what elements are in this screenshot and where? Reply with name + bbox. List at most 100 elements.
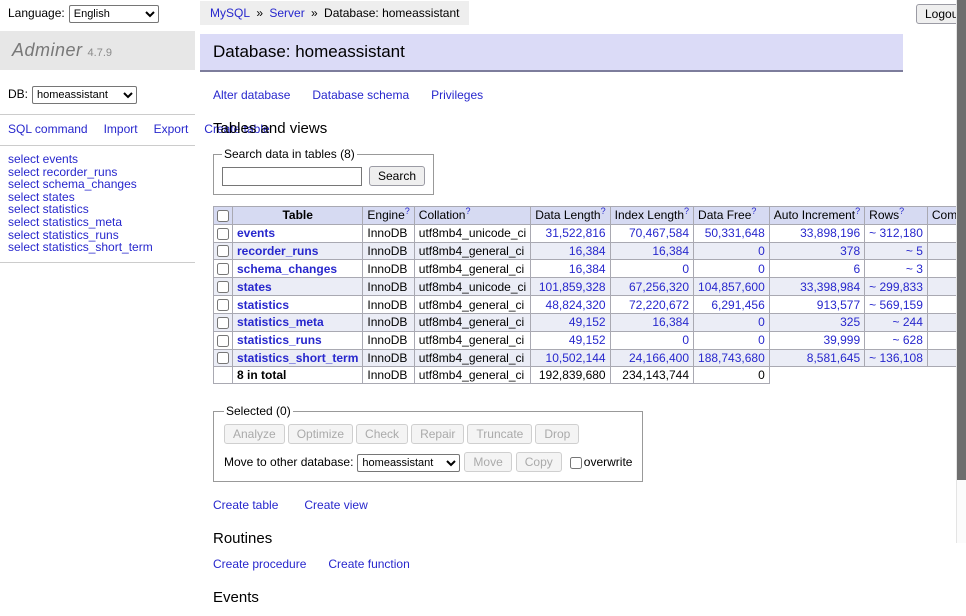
table-link-recorder_runs[interactable]: recorder_runs xyxy=(237,244,318,258)
data-free-value[interactable]: 0 xyxy=(758,244,765,258)
row-checkbox-statistics_runs[interactable] xyxy=(217,335,229,347)
breadcrumb-link-mysql[interactable]: MySQL xyxy=(210,6,250,20)
analyze-button[interactable]: Analyze xyxy=(224,424,285,444)
auto-increment-value[interactable]: 378 xyxy=(840,244,860,258)
repair-button[interactable]: Repair xyxy=(411,424,464,444)
search-button[interactable]: Search xyxy=(369,166,425,186)
link-create-table[interactable]: Create table xyxy=(213,498,278,512)
drop-button[interactable]: Drop xyxy=(535,424,579,444)
select-all-checkbox[interactable] xyxy=(217,210,229,222)
move-db-select[interactable]: homeassistant xyxy=(357,454,460,472)
table-link-statistics_runs[interactable]: statistics_runs xyxy=(237,333,322,347)
db-link-alter-database[interactable]: Alter database xyxy=(213,88,290,102)
auto-increment-value[interactable]: 33,898,196 xyxy=(800,226,860,240)
data-length-value[interactable]: 10,502,144 xyxy=(546,351,606,365)
truncate-button[interactable]: Truncate xyxy=(467,424,532,444)
data-length-value[interactable]: 31,522,816 xyxy=(546,226,606,240)
data-length-value[interactable]: 16,384 xyxy=(569,262,606,276)
data-length-value[interactable]: 48,824,320 xyxy=(546,298,606,312)
auto-increment-value[interactable]: 6 xyxy=(853,262,860,276)
data-free-value[interactable]: 50,331,648 xyxy=(705,226,765,240)
db-select[interactable]: homeassistant xyxy=(32,86,137,104)
help-link[interactable]: ? xyxy=(751,206,756,216)
table-link-states[interactable]: states xyxy=(237,280,272,294)
db-link-privileges[interactable]: Privileges xyxy=(431,88,483,102)
link-create-procedure[interactable]: Create procedure xyxy=(213,557,306,571)
index-length-value[interactable]: 67,256,320 xyxy=(629,280,689,294)
index-length-value[interactable]: 72,220,672 xyxy=(629,298,689,312)
rows-value[interactable]: ~ 5 xyxy=(906,244,923,258)
rows-value[interactable]: ~ 569,159 xyxy=(869,298,923,312)
row-checkbox-recorder_runs[interactable] xyxy=(217,245,229,257)
data-length-value[interactable]: 101,859,328 xyxy=(539,280,606,294)
data-free-value[interactable]: 0 xyxy=(758,333,765,347)
index-length-value[interactable]: 0 xyxy=(682,333,689,347)
help-link[interactable]: ? xyxy=(855,206,860,216)
rows-value[interactable]: ~ 312,180 xyxy=(869,226,923,240)
sidebar-select-schema-changes[interactable]: select schema_changes xyxy=(8,178,187,191)
table-link-statistics_short_term[interactable]: statistics_short_term xyxy=(237,351,358,365)
db-link-database-schema[interactable]: Database schema xyxy=(312,88,409,102)
row-checkbox-statistics_short_term[interactable] xyxy=(217,352,229,364)
data-free-value[interactable]: 6,291,456 xyxy=(711,298,764,312)
sidebar-select-events[interactable]: select events xyxy=(8,153,187,166)
index-length-value[interactable]: 0 xyxy=(682,262,689,276)
row-checkbox-statistics[interactable] xyxy=(217,299,229,311)
overwrite-option[interactable]: overwrite xyxy=(570,455,633,469)
link-create-view[interactable]: Create view xyxy=(304,498,367,512)
column-header-auto-increment: Auto Increment? xyxy=(769,207,864,225)
rows-value[interactable]: ~ 299,833 xyxy=(869,280,923,294)
auto-increment-value[interactable]: 39,999 xyxy=(823,333,860,347)
help-link[interactable]: ? xyxy=(465,206,470,216)
data-free-value[interactable]: 104,857,600 xyxy=(698,280,765,294)
data-length-value[interactable]: 49,152 xyxy=(569,315,606,329)
help-link[interactable]: ? xyxy=(601,206,606,216)
table-link-statistics_meta[interactable]: statistics_meta xyxy=(237,315,324,329)
rows-value[interactable]: ~ 3 xyxy=(906,262,923,276)
data-free-value[interactable]: 188,743,680 xyxy=(698,351,765,365)
copy-button[interactable]: Copy xyxy=(516,452,562,472)
rows-value[interactable]: ~ 628 xyxy=(893,333,923,347)
data-free-value[interactable]: 0 xyxy=(758,315,765,329)
row-checkbox-statistics_meta[interactable] xyxy=(217,317,229,329)
help-link[interactable]: ? xyxy=(684,206,689,216)
index-length-value[interactable]: 16,384 xyxy=(652,315,689,329)
optimize-button[interactable]: Optimize xyxy=(288,424,353,444)
scrollbar-thumb[interactable] xyxy=(957,0,966,480)
sidebar-action-sql-command[interactable]: SQL command xyxy=(8,122,88,136)
data-length-value[interactable]: 16,384 xyxy=(569,244,606,258)
move-button[interactable]: Move xyxy=(464,452,511,472)
search-input[interactable] xyxy=(222,167,362,186)
help-link[interactable]: ? xyxy=(899,206,904,216)
overwrite-label: overwrite xyxy=(584,455,633,469)
table-link-schema_changes[interactable]: schema_changes xyxy=(237,262,337,276)
data-length-value[interactable]: 49,152 xyxy=(569,333,606,347)
data-free-value[interactable]: 0 xyxy=(758,262,765,276)
auto-increment-value[interactable]: 33,398,984 xyxy=(800,280,860,294)
row-checkbox-events[interactable] xyxy=(217,228,229,240)
index-length-value[interactable]: 70,467,584 xyxy=(629,226,689,240)
language-select[interactable]: English xyxy=(69,5,159,23)
db-selector-row: DB:homeassistant xyxy=(0,70,195,106)
sidebar-action-import[interactable]: Import xyxy=(104,122,138,136)
auto-increment-value[interactable]: 8,581,645 xyxy=(807,351,860,365)
auto-increment-value[interactable]: 913,577 xyxy=(817,298,860,312)
sidebar-select-statistics-short-term[interactable]: select statistics_short_term xyxy=(8,241,187,254)
sidebar-action-export[interactable]: Export xyxy=(154,122,189,136)
check-button[interactable]: Check xyxy=(356,424,408,444)
table-link-events[interactable]: events xyxy=(237,226,275,240)
vertical-scrollbar[interactable] xyxy=(956,0,966,543)
index-length-value[interactable]: 24,166,400 xyxy=(629,351,689,365)
index-length-value[interactable]: 16,384 xyxy=(652,244,689,258)
row-checkbox-states[interactable] xyxy=(217,281,229,293)
help-link[interactable]: ? xyxy=(405,206,410,216)
row-checkbox-schema_changes[interactable] xyxy=(217,263,229,275)
rows-value[interactable]: ~ 136,108 xyxy=(869,351,923,365)
auto-increment-value[interactable]: 325 xyxy=(840,315,860,329)
table-link-statistics[interactable]: statistics xyxy=(237,298,289,312)
sidebar-select-statistics-meta[interactable]: select statistics_meta xyxy=(8,216,187,229)
overwrite-checkbox[interactable] xyxy=(570,457,582,469)
breadcrumb-link-server[interactable]: Server xyxy=(269,6,304,20)
link-create-function[interactable]: Create function xyxy=(328,557,409,571)
rows-value[interactable]: ~ 244 xyxy=(893,315,923,329)
